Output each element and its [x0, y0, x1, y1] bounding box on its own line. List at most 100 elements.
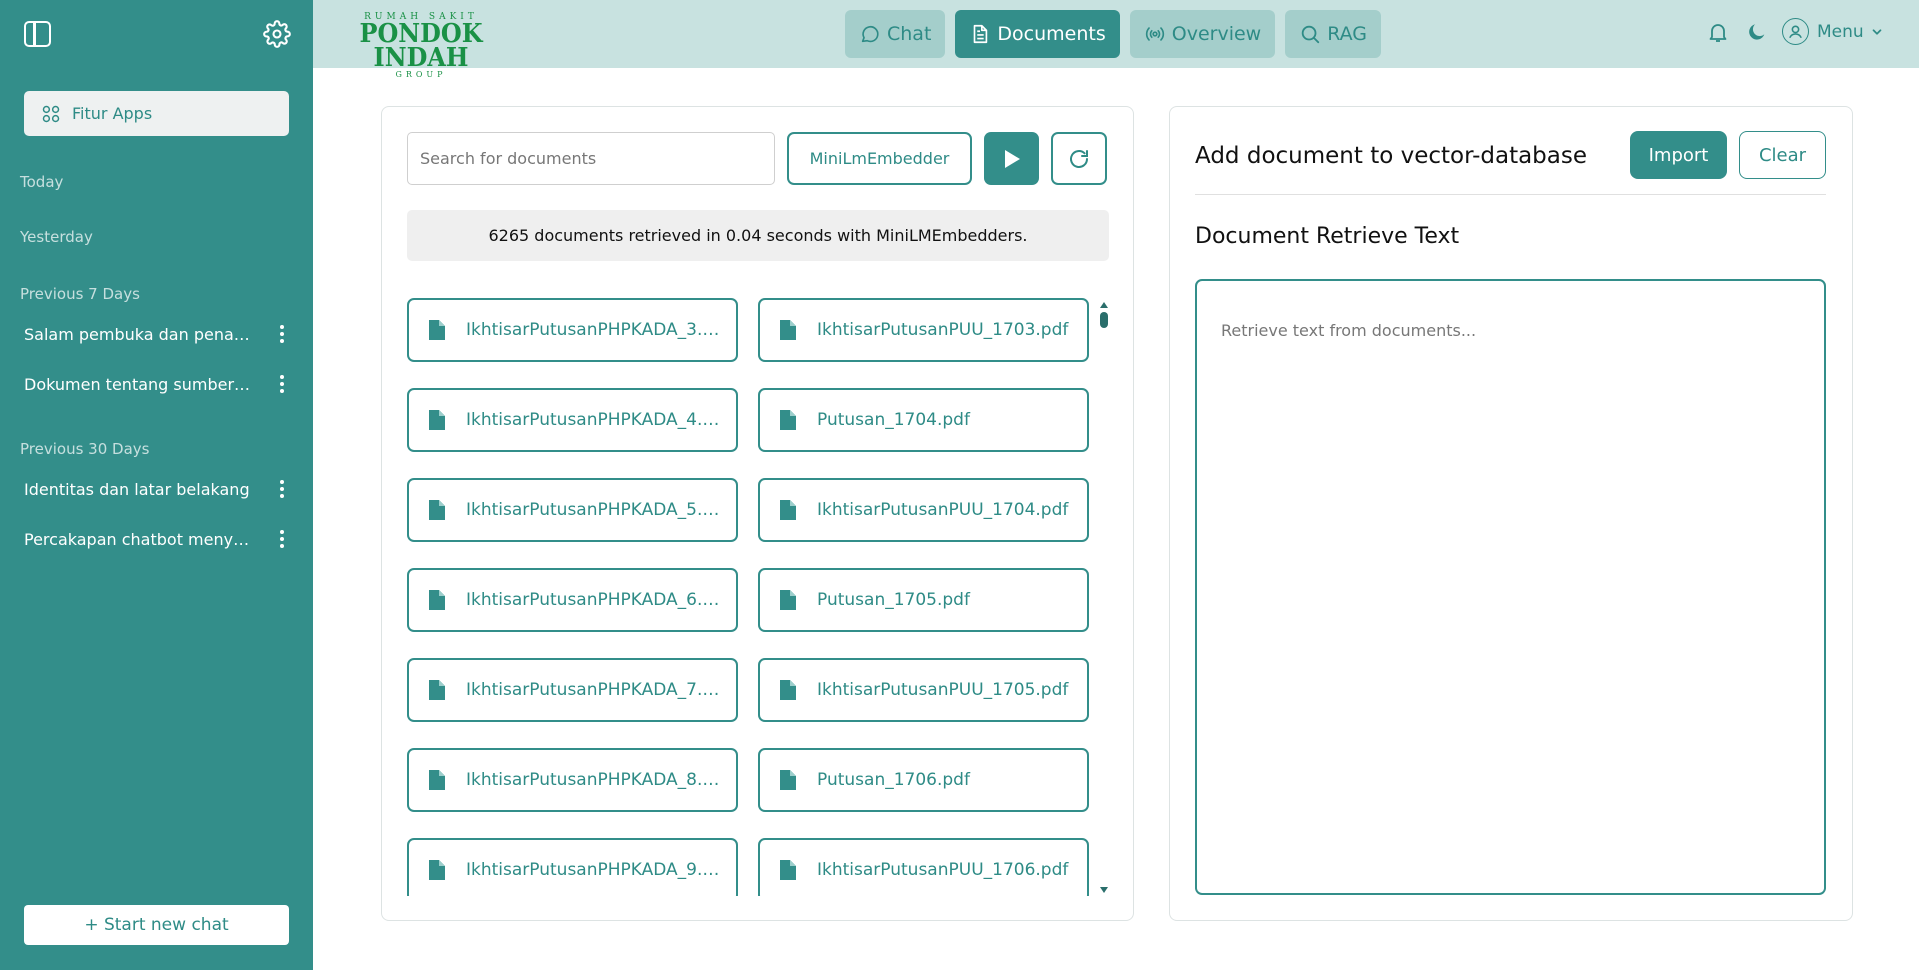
nav-chat-button[interactable]: Chat: [845, 10, 946, 58]
chat-history-item[interactable]: Percakapan chatbot menyapa: [24, 523, 294, 555]
user-menu-button[interactable]: Menu: [1782, 18, 1884, 45]
file-icon: [780, 410, 796, 430]
nav-documents-label: Documents: [997, 23, 1106, 45]
import-button[interactable]: Import: [1630, 131, 1727, 179]
file-icon: [429, 500, 445, 520]
nav-overview-label: Overview: [1171, 23, 1262, 45]
gear-icon[interactable]: [263, 20, 291, 48]
section-today: Today: [20, 173, 64, 191]
document-card[interactable]: IkhtisarPutusanPHPKADA_8.pdf: [407, 748, 738, 812]
moon-icon[interactable]: [1746, 21, 1768, 43]
more-options-icon[interactable]: [274, 480, 290, 498]
apps-grid-icon: [42, 105, 60, 122]
file-icon: [429, 590, 445, 610]
chat-bubble-icon: [861, 25, 879, 43]
search-icon: [1301, 25, 1320, 44]
file-icon: [780, 590, 796, 610]
more-options-icon[interactable]: [274, 325, 290, 343]
run-search-button[interactable]: [984, 132, 1039, 185]
document-name: IkhtisarPutusanPHPKADA_6.pdf: [466, 590, 730, 610]
file-icon: [780, 680, 796, 700]
chat-history-item[interactable]: Salam pembuka dan penawaran bantuan: [24, 318, 294, 350]
document-card[interactable]: Putusan_1706.pdf: [758, 748, 1089, 812]
broadcast-icon: [1145, 27, 1164, 41]
file-icon: [429, 770, 445, 790]
document-card[interactable]: IkhtisarPutusanPHPKADA_4.pdf: [407, 388, 738, 452]
document-card[interactable]: IkhtisarPutusanPUU_1704.pdf: [758, 478, 1089, 542]
file-icon: [780, 770, 796, 790]
nav-rag-label: RAG: [1327, 23, 1368, 45]
document-name: IkhtisarPutusanPUU_1703.pdf: [817, 320, 1069, 340]
bell-icon[interactable]: [1706, 20, 1730, 44]
chat-history-label: Dokumen tentang sumber daya: [24, 374, 252, 394]
file-icon: [429, 410, 445, 430]
document-list: IkhtisarPutusanPHPKADA_3.pdf IkhtisarPutu…: [407, 298, 1107, 896]
nav-overview-button[interactable]: Overview: [1129, 10, 1276, 58]
section-yesterday: Yesterday: [20, 228, 93, 246]
scrollbar-thumb[interactable]: [1100, 312, 1108, 328]
fitur-apps-button[interactable]: Fitur Apps: [24, 91, 289, 136]
document-card[interactable]: IkhtisarPutusanPUU_1703.pdf: [758, 298, 1089, 362]
retrieve-text-area[interactable]: [1195, 279, 1826, 895]
panel-title: Add document to vector-database: [1195, 143, 1588, 169]
document-card[interactable]: IkhtisarPutusanPHPKADA_7.pdf: [407, 658, 738, 722]
sidebar-toggle-icon[interactable]: [24, 21, 51, 47]
file-icon: [429, 320, 445, 340]
fitur-apps-label: Fitur Apps: [72, 104, 153, 123]
document-card[interactable]: IkhtisarPutusanPHPKADA_6.pdf: [407, 568, 738, 632]
document-name: IkhtisarPutusanPUU_1705.pdf: [817, 680, 1069, 700]
document-name: IkhtisarPutusanPHPKADA_5.pdf: [466, 500, 730, 520]
chat-history-label: Salam pembuka dan penawaran bantuan: [24, 324, 252, 344]
document-card[interactable]: IkhtisarPutusanPUU_1706.pdf: [758, 838, 1089, 896]
document-name: IkhtisarPutusanPHPKADA_3.pdf: [466, 320, 730, 340]
pondok-indah-logo[interactable]: RUMAH SAKIT PONDOK INDAH GROUP: [336, 12, 506, 79]
nav-documents-button[interactable]: Documents: [955, 10, 1120, 58]
retrieval-status: 6265 documents retrieved in 0.04 seconds…: [407, 210, 1109, 261]
embedder-select-button[interactable]: MiniLmEmbedder: [787, 132, 972, 185]
clear-button[interactable]: Clear: [1739, 131, 1826, 179]
vector-database-panel: Add document to vector-database Import C…: [1169, 106, 1853, 921]
document-grid: IkhtisarPutusanPHPKADA_3.pdf IkhtisarPutu…: [407, 298, 1107, 896]
document-card[interactable]: IkhtisarPutusanPHPKADA_5.pdf: [407, 478, 738, 542]
document-name: IkhtisarPutusanPHPKADA_9.pdf: [466, 860, 730, 880]
documents-panel: MiniLmEmbedder 6265 documents retrieved …: [381, 106, 1134, 921]
header-actions: Menu: [1706, 18, 1884, 45]
document-name: Putusan_1704.pdf: [817, 410, 970, 430]
file-icon: [780, 860, 796, 880]
menu-label: Menu: [1817, 21, 1864, 42]
scroll-down-arrow[interactable]: [1100, 887, 1108, 893]
document-card[interactable]: Putusan_1704.pdf: [758, 388, 1089, 452]
document-name: IkhtisarPutusanPHPKADA_7.pdf: [466, 680, 730, 700]
document-icon: [974, 24, 988, 44]
file-icon: [780, 500, 796, 520]
chat-history-item[interactable]: Identitas dan latar belakang: [24, 473, 294, 505]
search-input[interactable]: [407, 132, 775, 185]
chat-history-label: Percakapan chatbot menyapa: [24, 529, 252, 549]
more-options-icon[interactable]: [274, 530, 290, 548]
chat-history-item[interactable]: Dokumen tentang sumber daya: [24, 368, 294, 400]
file-icon: [429, 680, 445, 700]
refresh-button[interactable]: [1051, 132, 1107, 185]
section-previous-30-days: Previous 30 Days: [20, 440, 150, 458]
scroll-up-arrow[interactable]: [1100, 302, 1108, 308]
document-card[interactable]: IkhtisarPutusanPHPKADA_9.pdf: [407, 838, 738, 896]
top-header: RUMAH SAKIT PONDOK INDAH GROUP Chat Docu…: [313, 0, 1919, 79]
document-name: IkhtisarPutusanPHPKADA_8.pdf: [466, 770, 730, 790]
play-icon: [1004, 149, 1020, 168]
logo-main-text: PONDOK INDAH: [359, 19, 483, 73]
document-name: Putusan_1706.pdf: [817, 770, 970, 790]
sidebar: Fitur Apps Today Yesterday Previous 7 Da…: [0, 0, 313, 970]
nav-rag-button[interactable]: RAG: [1285, 10, 1382, 58]
file-icon: [429, 860, 445, 880]
avatar: [1782, 18, 1809, 45]
main-nav: Chat Documents Overview RAG: [845, 10, 1382, 58]
more-options-icon[interactable]: [274, 375, 290, 393]
start-new-chat-button[interactable]: + Start new chat: [24, 905, 289, 945]
chevron-down-icon: [1872, 28, 1882, 35]
file-icon: [780, 320, 796, 340]
section-title: Document Retrieve Text: [1195, 224, 1460, 249]
document-card[interactable]: Putusan_1705.pdf: [758, 568, 1089, 632]
document-card[interactable]: IkhtisarPutusanPUU_1705.pdf: [758, 658, 1089, 722]
document-card[interactable]: IkhtisarPutusanPHPKADA_3.pdf: [407, 298, 738, 362]
refresh-icon: [1070, 149, 1088, 168]
